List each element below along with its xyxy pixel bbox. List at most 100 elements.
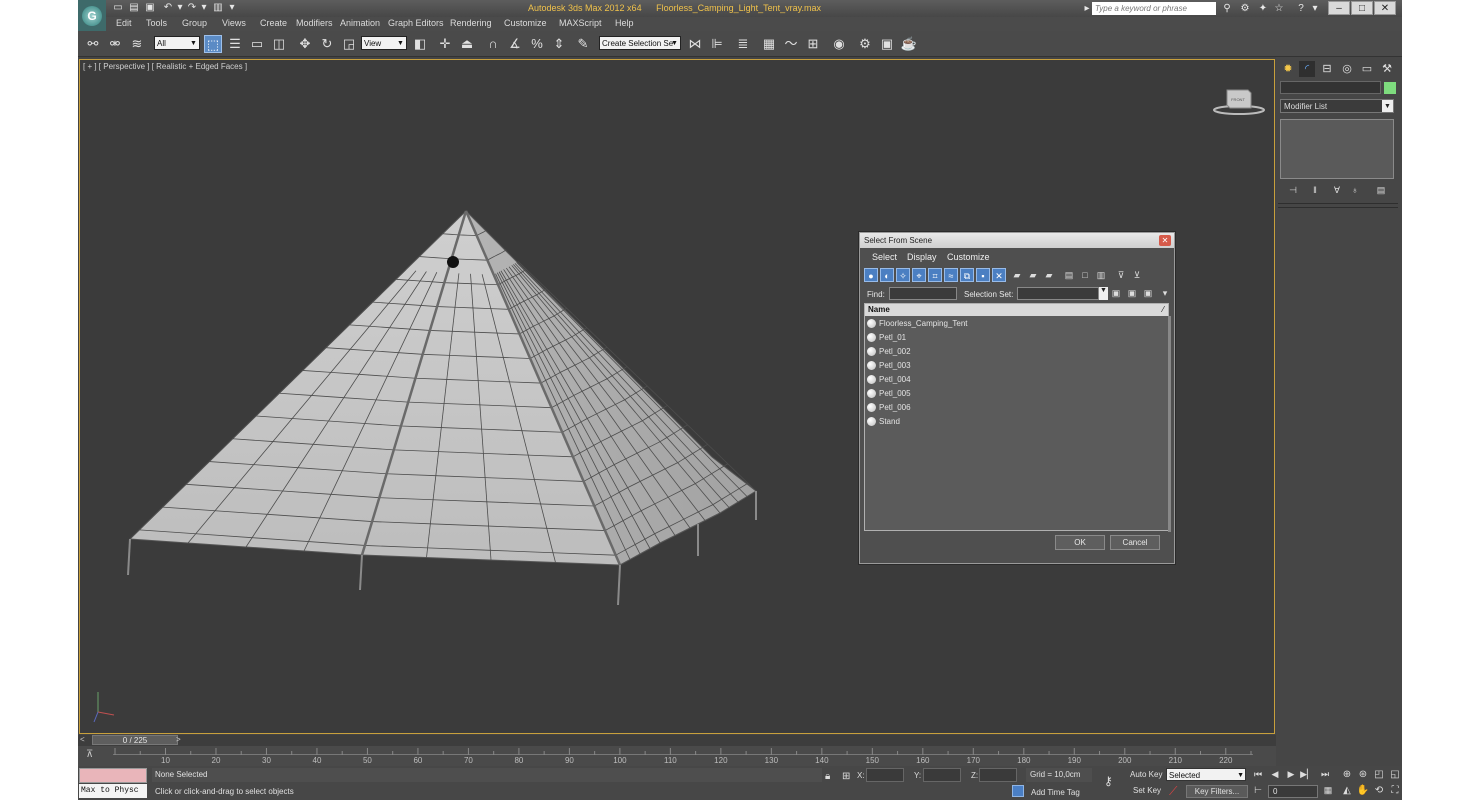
graphite-modeling-icon[interactable]: ▦ <box>760 35 778 53</box>
menu-graph-editors[interactable]: Graph Editors <box>388 18 444 28</box>
redo-icon[interactable]: ↷ <box>186 2 198 14</box>
x-coordinate-field[interactable] <box>866 768 904 782</box>
list-item[interactable]: Petl_002 <box>865 345 1168 359</box>
time-slider-next-button[interactable]: > <box>176 735 181 744</box>
align-icon[interactable]: ⊫ <box>708 35 726 53</box>
list-item[interactable]: Petl_003 <box>865 359 1168 373</box>
maximize-viewport-icon[interactable]: ⛶ <box>1388 785 1402 797</box>
set-keys-icon[interactable]: ⚷ <box>1104 774 1113 788</box>
rectangular-selection-icon[interactable]: ▭ <box>248 35 266 53</box>
menu-group[interactable]: Group <box>182 18 207 28</box>
helpers-filter-icon[interactable]: ⌗ <box>928 268 942 282</box>
go-to-start-icon[interactable]: ⏮ <box>1251 769 1265 781</box>
field-of-view-icon[interactable]: ◭ <box>1340 785 1354 797</box>
utilities-tab-icon[interactable]: ⚒ <box>1379 61 1395 77</box>
select-object-icon[interactable]: ⬚ <box>204 35 222 53</box>
time-slider-prev-button[interactable]: < <box>80 735 85 744</box>
maxscript-listener-input[interactable]: Max to Physc <box>79 784 147 798</box>
list-scrollbar[interactable] <box>1168 316 1171 532</box>
edit-selection-set-icon[interactable]: ▣ <box>1142 288 1154 300</box>
menu-views[interactable]: Views <box>222 18 246 28</box>
options-dropdown-icon[interactable]: ▾ <box>1159 288 1171 300</box>
close-window-button[interactable]: ✕ <box>1374 1 1396 15</box>
pin-stack-icon[interactable]: ⊣ <box>1286 185 1300 197</box>
dialog-close-button[interactable]: ✕ <box>1159 235 1171 246</box>
minimize-button[interactable]: – <box>1328 1 1350 15</box>
menu-animation[interactable]: Animation <box>340 18 380 28</box>
help-icon[interactable]: ? <box>1294 2 1308 15</box>
auto-key-button[interactable]: Auto Key <box>1130 770 1162 779</box>
key-mode-dropdown[interactable]: Selected ▼ <box>1166 768 1246 781</box>
current-frame-field[interactable]: 0 <box>1268 785 1318 798</box>
ok-button[interactable]: OK <box>1055 535 1105 550</box>
find-input[interactable] <box>889 287 957 300</box>
cameras-filter-icon[interactable]: ⌖ <box>912 268 926 282</box>
bones-filter-icon[interactable]: ✕ <box>992 268 1006 282</box>
zoom-all-icon[interactable]: ⊛ <box>1356 769 1370 781</box>
rotate-icon[interactable]: ↻ <box>318 35 336 53</box>
angle-snap-icon[interactable]: ∡ <box>506 35 524 53</box>
select-invert-icon[interactable]: ▥ <box>1094 268 1108 282</box>
filter-icon[interactable]: ⊽ <box>1114 268 1128 282</box>
menu-help[interactable]: Help <box>615 18 634 28</box>
search-input[interactable]: Type a keyword or phrase <box>1092 2 1216 15</box>
xrefs-filter-icon[interactable]: ▪ <box>976 268 990 282</box>
menu-modifiers[interactable]: Modifiers <box>296 18 333 28</box>
mirror-icon[interactable]: ⋈ <box>686 35 704 53</box>
time-slider[interactable]: < 0 / 225 > <box>78 735 1276 746</box>
selection-lock-icon[interactable]: 🔒︎ <box>825 771 830 782</box>
modify-tab-icon[interactable]: ◜ <box>1299 61 1315 77</box>
select-all-icon[interactable]: ▤ <box>1062 268 1076 282</box>
modifier-stack[interactable] <box>1280 119 1394 179</box>
z-coordinate-field[interactable] <box>979 768 1017 782</box>
dialog-menu-display[interactable]: Display <box>907 252 937 262</box>
y-coordinate-field[interactable] <box>923 768 961 782</box>
open-mini-curve-editor-icon[interactable]: ⊼ <box>86 749 100 761</box>
add-selection-set-icon[interactable]: ▣ <box>1110 288 1122 300</box>
window-crossing-icon[interactable]: ◫ <box>270 35 288 53</box>
time-configuration-icon[interactable]: ▦ <box>1321 785 1335 797</box>
zoom-extents-icon[interactable]: ◰ <box>1372 769 1386 781</box>
filter-options-icon[interactable]: ⊻ <box>1130 268 1144 282</box>
selection-filter-dropdown[interactable]: All ▼ <box>154 36 200 50</box>
list-item[interactable]: Floorless_Camping_Tent <box>865 317 1168 331</box>
material-editor-icon[interactable]: ◉ <box>830 35 848 53</box>
render-setup-icon[interactable]: ⚙ <box>856 35 874 53</box>
communication-center-icon[interactable]: ✦ <box>1256 2 1270 15</box>
create-tab-icon[interactable]: ✹ <box>1280 61 1296 77</box>
show-end-result-icon[interactable]: ‖ <box>1308 185 1322 197</box>
time-slider-thumb[interactable]: 0 / 225 <box>92 735 178 745</box>
remove-selection-set-icon[interactable]: ▣ <box>1126 288 1138 300</box>
zoom-icon[interactable]: ⊕ <box>1340 769 1354 781</box>
pan-view-icon[interactable]: ✋ <box>1356 785 1370 797</box>
list-item[interactable]: Petl_006 <box>865 401 1168 415</box>
undo-dropdown-icon[interactable]: ▾ <box>174 2 186 14</box>
previous-frame-icon[interactable]: ◀ <box>1268 769 1282 781</box>
dialog-menu-select[interactable]: Select <box>872 252 897 262</box>
default-in-out-tangents-icon[interactable]: ⟋ <box>1169 784 1183 798</box>
object-name-field[interactable] <box>1280 81 1381 94</box>
reference-coordinate-dropdown[interactable]: View ▼ <box>361 36 407 50</box>
shapes-filter-icon[interactable]: ◐ <box>880 268 894 282</box>
space-warps-filter-icon[interactable]: ≈ <box>944 268 958 282</box>
scene-object-list[interactable]: Name ⁄ Floorless_Camping_Tent Petl_01 Pet… <box>864 303 1171 532</box>
select-by-name-icon[interactable]: ☰ <box>226 35 244 53</box>
cancel-button[interactable]: Cancel <box>1110 535 1160 550</box>
menu-tools[interactable]: Tools <box>146 18 167 28</box>
curve-editor-icon[interactable]: 〜 <box>782 35 800 53</box>
configure-modifier-sets-icon[interactable]: ▤ <box>1374 185 1388 197</box>
play-icon[interactable]: ▶ <box>1284 769 1298 781</box>
display-children-icon[interactable]: ▰ <box>1010 268 1024 282</box>
object-color-swatch[interactable] <box>1384 82 1396 94</box>
menu-maxscript[interactable]: MAXScript <box>559 18 602 28</box>
named-selection-sets-dropdown[interactable]: Create Selection Se ▼ <box>599 36 681 50</box>
select-none-icon[interactable]: □ <box>1078 268 1092 282</box>
quick-access-dropdown-icon[interactable]: ▾ <box>226 2 238 14</box>
absolute-mode-icon[interactable]: ⊞ <box>842 771 850 782</box>
scale-icon[interactable]: ◲ <box>340 35 358 53</box>
orbit-icon[interactable]: ⟲ <box>1372 785 1386 797</box>
motion-tab-icon[interactable]: ◎ <box>1339 61 1355 77</box>
make-unique-icon[interactable]: ∀ <box>1330 185 1344 197</box>
track-bar[interactable]: ⊼ 10 20 30 40 50 60 70 80 90 100 110 120 130 140 150 16… <box>78 746 1276 766</box>
maxscript-listener-output[interactable] <box>79 768 147 783</box>
